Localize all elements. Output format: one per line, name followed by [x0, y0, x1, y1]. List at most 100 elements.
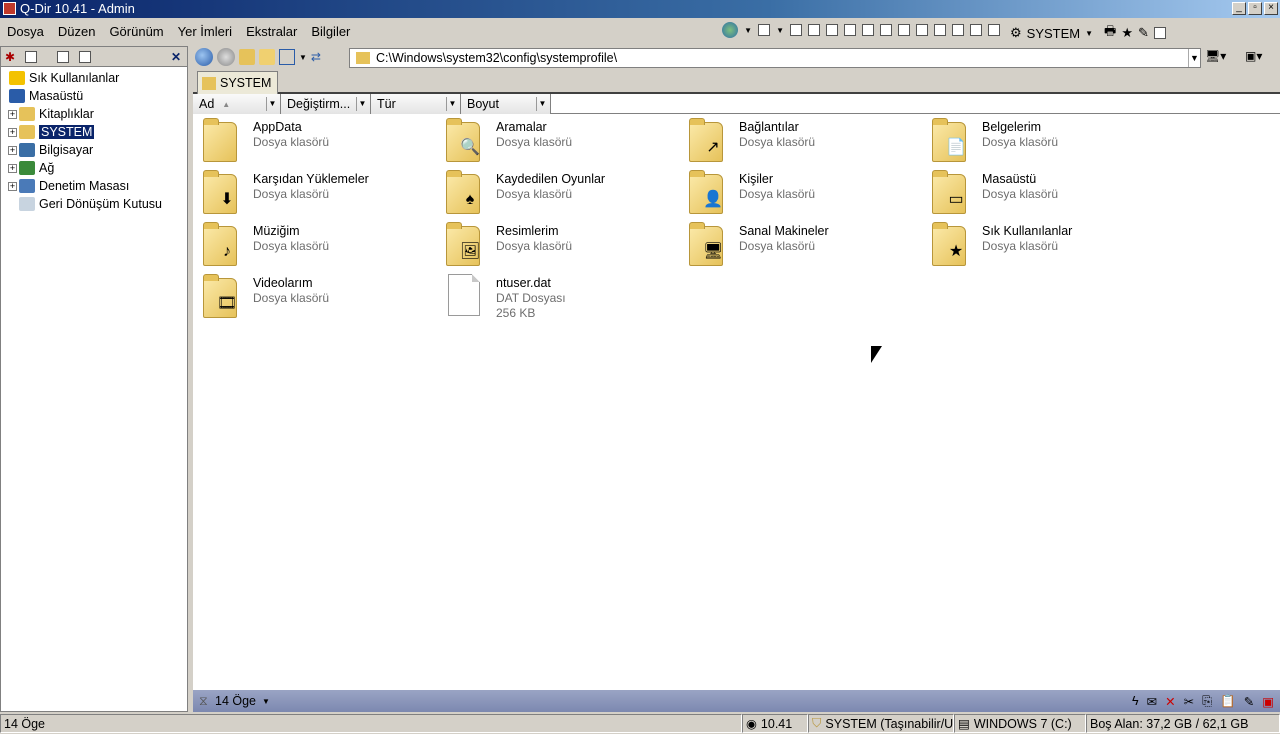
menu-bilgiler[interactable]: Bilgiler: [304, 24, 357, 39]
chevron-down-icon[interactable]: ▼: [744, 26, 752, 35]
file-item[interactable]: ★ Sık Kullanılanlar Dosya klasörü: [930, 220, 1160, 270]
column-label: Ad: [199, 97, 215, 111]
view-icon[interactable]: [25, 50, 38, 63]
search-icon[interactable]: [79, 50, 92, 63]
print-icon[interactable]: 🖶: [1104, 22, 1116, 44]
maximize-button[interactable]: ▫: [1248, 2, 1262, 15]
computer-icon: [19, 143, 35, 157]
chevron-down-icon[interactable]: ▼: [536, 97, 548, 111]
tree-item[interactable]: Sık Kullanılanlar: [1, 69, 187, 87]
chevron-down-icon[interactable]: ▼: [262, 697, 270, 706]
close-icon[interactable]: ✕: [171, 50, 181, 64]
globe-icon[interactable]: [722, 22, 739, 38]
desktop-icon: [9, 89, 25, 103]
expand-icon[interactable]: +: [8, 145, 17, 155]
back-icon[interactable]: [195, 48, 213, 66]
chevron-down-icon[interactable]: ▼: [266, 97, 278, 111]
tree-item[interactable]: + SYSTEM: [1, 123, 187, 141]
flash-icon[interactable]: ϟ: [1132, 694, 1139, 709]
chevron-down-icon[interactable]: ▼: [356, 97, 368, 111]
column-name[interactable]: Ad ▲ ▼: [193, 94, 281, 114]
refresh-icon[interactable]: [57, 50, 70, 63]
chevron-down-icon[interactable]: ▼: [776, 26, 784, 35]
column-type[interactable]: Tür ▼: [371, 94, 461, 114]
file-item[interactable]: 🎞 Videolarım Dosya klasörü: [201, 272, 431, 322]
file-item[interactable]: ntuser.dat DAT Dosyası 256 KB: [444, 272, 674, 322]
file-item[interactable]: 🖼 Resimlerim Dosya klasörü: [444, 220, 674, 270]
column-modified[interactable]: Değiştirm... ▼: [281, 94, 371, 114]
filter-icon[interactable]: ⧖: [199, 694, 208, 709]
file-item[interactable]: ⬇ Karşıdan Yüklemeler Dosya klasörü: [201, 168, 431, 218]
menu-yer-imleri[interactable]: Yer İmleri: [171, 24, 239, 39]
up-folder-icon[interactable]: [239, 49, 255, 65]
mail-icon[interactable]: ✉: [1147, 694, 1157, 709]
menu-gorunum[interactable]: Görünüm: [102, 24, 170, 39]
address-bar[interactable]: C:\Windows\system32\config\systemprofile…: [349, 48, 1201, 68]
minimize-button[interactable]: _: [1232, 2, 1246, 15]
view-mode-icon[interactable]: [279, 49, 295, 65]
pin-icon[interactable]: ✱: [5, 50, 15, 64]
menu-dosya[interactable]: Dosya: [0, 24, 51, 39]
layout-6-icon[interactable]: [880, 24, 892, 36]
tree-item[interactable]: + Bilgisayar: [1, 141, 187, 159]
paste-icon[interactable]: 📋: [1220, 694, 1236, 709]
tree-item[interactable]: Geri Dönüşüm Kutusu: [1, 195, 187, 213]
star-icon: [9, 71, 25, 85]
rename-icon[interactable]: ✎: [1244, 694, 1254, 709]
sync-icon[interactable]: ⇄: [311, 50, 321, 64]
layout-3-icon[interactable]: [826, 24, 838, 36]
tree-item[interactable]: + Kitaplıklar: [1, 105, 187, 123]
file-item[interactable]: ↗ Bağlantılar Dosya klasörü: [687, 116, 917, 166]
layout-12-icon[interactable]: [988, 24, 1000, 36]
forward-icon[interactable]: [217, 48, 235, 66]
chevron-down-icon[interactable]: ▼: [446, 97, 458, 111]
user-selector[interactable]: ⚙ SYSTEM ▼ 🖶 ★ ✎: [1010, 22, 1166, 44]
folder-badge-icon: 📄: [946, 139, 966, 156]
layout-8-icon[interactable]: [916, 24, 928, 36]
tree-item[interactable]: + Ağ: [1, 159, 187, 177]
file-type: DAT Dosyası: [496, 291, 566, 305]
chevron-down-icon[interactable]: ▼: [299, 53, 307, 62]
file-item[interactable]: AppData Dosya klasörü: [201, 116, 431, 166]
copy-icon[interactable]: ⎘: [1202, 694, 1212, 709]
delete-icon[interactable]: ✕: [1165, 694, 1175, 709]
file-item[interactable]: ♠ Kaydedilen Oyunlar Dosya klasörü: [444, 168, 674, 218]
favorite-icon[interactable]: ★: [1121, 25, 1133, 41]
file-item[interactable]: 🔍 Aramalar Dosya klasörü: [444, 116, 674, 166]
chevron-down-icon[interactable]: ▼: [1188, 49, 1200, 67]
menu-ekstralar[interactable]: Ekstralar: [239, 24, 304, 39]
app-icon[interactable]: [3, 2, 16, 15]
monitor-icon[interactable]: 🖥▾: [1205, 49, 1226, 63]
tab-system[interactable]: SYSTEM: [197, 71, 279, 94]
layout-icon[interactable]: ▣▾: [1245, 49, 1262, 63]
expand-icon[interactable]: +: [8, 181, 17, 191]
layout-1-icon[interactable]: [790, 24, 802, 36]
cut-icon[interactable]: ✂: [1184, 694, 1194, 709]
file-item[interactable]: 📄 Belgelerim Dosya klasörü: [930, 116, 1160, 166]
folder-icon[interactable]: [259, 49, 275, 65]
layout-5-icon[interactable]: [862, 24, 874, 36]
file-item[interactable]: 🖥 Sanal Makineler Dosya klasörü: [687, 220, 917, 270]
layout-4-icon[interactable]: [844, 24, 856, 36]
expand-icon[interactable]: +: [8, 109, 17, 119]
expand-icon[interactable]: +: [8, 163, 17, 173]
tree-item[interactable]: + Denetim Masası: [1, 177, 187, 195]
tree-item[interactable]: Masaüstü: [1, 87, 187, 105]
layout-grid-icon[interactable]: [758, 24, 771, 36]
layout-2-icon[interactable]: [808, 24, 820, 36]
expand-icon[interactable]: +: [8, 127, 17, 137]
window-icon[interactable]: [1153, 27, 1166, 39]
file-item[interactable]: ▭ Masaüstü Dosya klasörü: [930, 168, 1160, 218]
tools-icon[interactable]: ✎: [1138, 25, 1149, 41]
menu-duzen[interactable]: Düzen: [51, 24, 103, 39]
layout-7-icon[interactable]: [898, 24, 910, 36]
properties-icon[interactable]: ▣: [1262, 694, 1274, 709]
layout-11-icon[interactable]: [970, 24, 982, 36]
layout-10-icon[interactable]: [952, 24, 964, 36]
layout-9-icon[interactable]: [934, 24, 946, 36]
column-size[interactable]: Boyut ▼: [461, 94, 551, 114]
close-button[interactable]: ×: [1264, 2, 1278, 15]
file-item[interactable]: ♪ Müziğim Dosya klasörü: [201, 220, 431, 270]
file-item[interactable]: 👤 Kişiler Dosya klasörü: [687, 168, 917, 218]
pane-item-count[interactable]: 14 Öge: [215, 694, 256, 708]
